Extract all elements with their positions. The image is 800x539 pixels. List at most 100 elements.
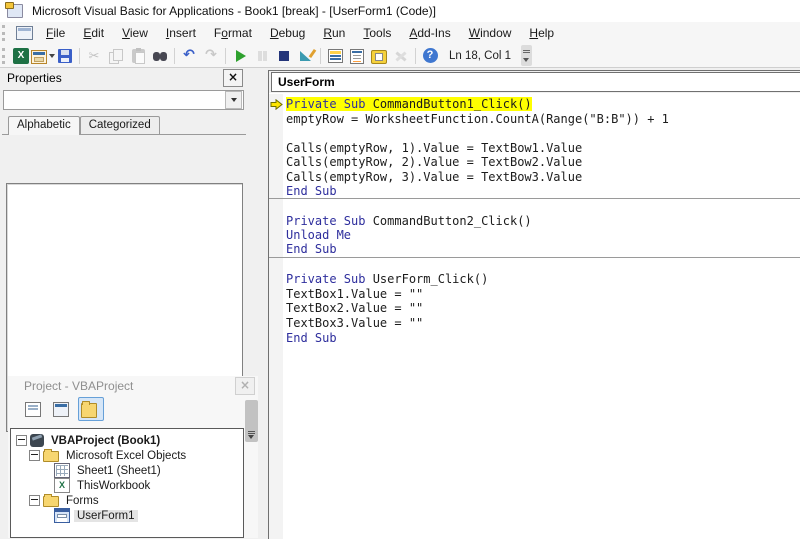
menu-item-view[interactable]: View xyxy=(113,23,157,43)
tree-item-forms[interactable]: Forms xyxy=(11,493,243,508)
undo-button[interactable] xyxy=(178,46,200,66)
tree-item-sheet1-sheet1[interactable]: Sheet1 (Sheet1) xyxy=(11,463,243,478)
view-object-button[interactable] xyxy=(50,397,76,421)
code-line[interactable]: Private Sub CommandButton1_Click() xyxy=(269,97,800,112)
toggle-folders-button[interactable] xyxy=(78,397,104,421)
code-line[interactable]: Calls(emptyRow, 2).Value = TextBow2.Valu… xyxy=(269,155,800,170)
dropdown-arrow-icon[interactable] xyxy=(225,91,242,109)
code-line[interactable]: Calls(emptyRow, 3).Value = TextBow3.Valu… xyxy=(269,170,800,185)
view-code-button[interactable] xyxy=(22,397,48,421)
code-line[interactable]: End Sub xyxy=(269,243,800,258)
menu-item-help[interactable]: Help xyxy=(520,23,563,43)
redo-button[interactable] xyxy=(200,46,222,66)
menu-item-insert[interactable]: Insert xyxy=(157,23,205,43)
code-line[interactable]: TextBox3.Value = "" xyxy=(269,316,800,331)
reset-icon xyxy=(276,48,292,64)
code-text: CommandButton1_Click() xyxy=(373,97,532,111)
menu-item-file[interactable]: File xyxy=(37,23,74,43)
view-excel-icon xyxy=(13,48,29,64)
title-bar[interactable]: Microsoft Visual Basic for Applications … xyxy=(0,0,800,23)
menu-item-add-ins[interactable]: Add-Ins xyxy=(400,23,459,43)
properties-window-button[interactable] xyxy=(346,46,368,66)
tab-alphabetic[interactable]: Alphabetic xyxy=(8,116,80,135)
tree-item-userform1[interactable]: UserForm1 xyxy=(11,508,243,523)
tree-item-thisworkbook[interactable]: ThisWorkbook xyxy=(11,478,243,493)
code-text: CommandButton2_Click() xyxy=(373,214,532,228)
project-panel-titlebar[interactable]: Project - VBAProject × xyxy=(8,376,258,396)
code-editor[interactable]: Private Sub CommandButton1_Click()emptyR… xyxy=(269,94,800,539)
help-button[interactable] xyxy=(419,46,441,66)
paste-icon xyxy=(132,49,145,63)
code-line[interactable]: Unload Me xyxy=(269,228,800,243)
run-button[interactable] xyxy=(229,46,251,66)
code-text: End Sub xyxy=(286,242,337,256)
code-line[interactable]: Calls(emptyRow, 1).Value = TextBow1.Valu… xyxy=(269,141,800,156)
properties-panel-title: Properties xyxy=(7,71,223,85)
expander-minus-icon[interactable] xyxy=(29,450,40,461)
break-button[interactable] xyxy=(251,46,273,66)
window-title: Microsoft Visual Basic for Applications … xyxy=(32,4,436,18)
help-icon xyxy=(423,48,438,63)
menu-item-debug[interactable]: Debug xyxy=(261,23,314,43)
tab-categorized[interactable]: Categorized xyxy=(80,116,160,134)
cut-button[interactable] xyxy=(83,46,105,66)
redo-icon xyxy=(203,48,219,64)
copy-icon xyxy=(108,48,124,64)
toolbar-grip[interactable] xyxy=(2,48,10,64)
project-close-button[interactable]: × xyxy=(235,377,255,395)
save-button[interactable] xyxy=(54,46,76,66)
find-button[interactable] xyxy=(149,46,171,66)
code-lines: Private Sub CommandButton1_Click()emptyR… xyxy=(269,94,800,345)
insert-userform-button[interactable] xyxy=(32,46,54,66)
menu-item-window[interactable]: Window xyxy=(460,23,521,43)
reset-button[interactable] xyxy=(273,46,295,66)
code-text: Calls(emptyRow, 1).Value = TextBow1.Valu… xyxy=(286,141,582,155)
design-mode-button[interactable] xyxy=(295,46,317,66)
code-line[interactable]: End Sub xyxy=(269,185,800,200)
menu-item-edit[interactable]: Edit xyxy=(74,23,113,43)
current-statement-highlight: Private Sub CommandButton1_Click() xyxy=(286,97,532,111)
properties-close-button[interactable]: × xyxy=(223,69,243,87)
userform-icon xyxy=(54,508,70,523)
standard-toolbar: Ln 18, Col 1 xyxy=(0,44,800,68)
toolbar-separator xyxy=(225,48,226,64)
toolbar-separator xyxy=(79,48,80,64)
find-icon xyxy=(152,48,168,64)
properties-tabs: Alphabetic Categorized xyxy=(2,113,246,135)
code-line[interactable]: End Sub xyxy=(269,331,800,346)
object-browser-button[interactable] xyxy=(368,46,390,66)
view-excel-button[interactable] xyxy=(10,46,32,66)
line-col-indicator: Ln 18, Col 1 xyxy=(449,50,511,62)
tree-item-label: UserForm1 xyxy=(74,510,138,522)
tree-item-vbaproject-book1[interactable]: VBAProject (Book1) xyxy=(11,433,243,448)
properties-panel-titlebar[interactable]: Properties × xyxy=(2,68,246,88)
code-line[interactable]: TextBox1.Value = "" xyxy=(269,287,800,302)
code-line[interactable]: emptyRow = WorksheetFunction.CountA(Rang… xyxy=(269,112,800,127)
menu-item-tools[interactable]: Tools xyxy=(354,23,400,43)
object-dropdown-value: UserForm xyxy=(272,75,335,89)
code-line[interactable]: Private Sub UserForm_Click() xyxy=(269,272,800,287)
code-line[interactable] xyxy=(269,258,800,273)
code-line[interactable] xyxy=(269,199,800,214)
mdi-child-system-icon[interactable] xyxy=(16,26,33,40)
paste-button[interactable] xyxy=(127,46,149,66)
project-explorer-button[interactable] xyxy=(324,46,346,66)
menu-item-run[interactable]: Run xyxy=(314,23,354,43)
code-line[interactable]: TextBox2.Value = "" xyxy=(269,301,800,316)
properties-window-icon xyxy=(350,49,364,64)
toolbox-button[interactable] xyxy=(390,46,412,66)
tree-item-microsoft-excel-objects[interactable]: Microsoft Excel Objects xyxy=(11,448,243,463)
code-line[interactable]: Private Sub CommandButton2_Click() xyxy=(269,214,800,229)
code-text: Private Sub xyxy=(286,97,373,111)
expander-minus-icon[interactable] xyxy=(29,495,40,506)
project-toolbar-overflow-button[interactable] xyxy=(245,400,258,442)
copy-button[interactable] xyxy=(105,46,127,66)
code-line[interactable] xyxy=(269,126,800,141)
menu-item-format[interactable]: Format xyxy=(205,23,261,43)
menu-bar-grip[interactable] xyxy=(2,25,10,41)
code-text: End Sub xyxy=(286,331,337,345)
properties-object-dropdown[interactable] xyxy=(3,90,244,110)
toolbar-overflow-button[interactable] xyxy=(521,45,532,66)
object-dropdown[interactable]: UserForm xyxy=(271,72,800,92)
expander-minus-icon[interactable] xyxy=(16,435,27,446)
